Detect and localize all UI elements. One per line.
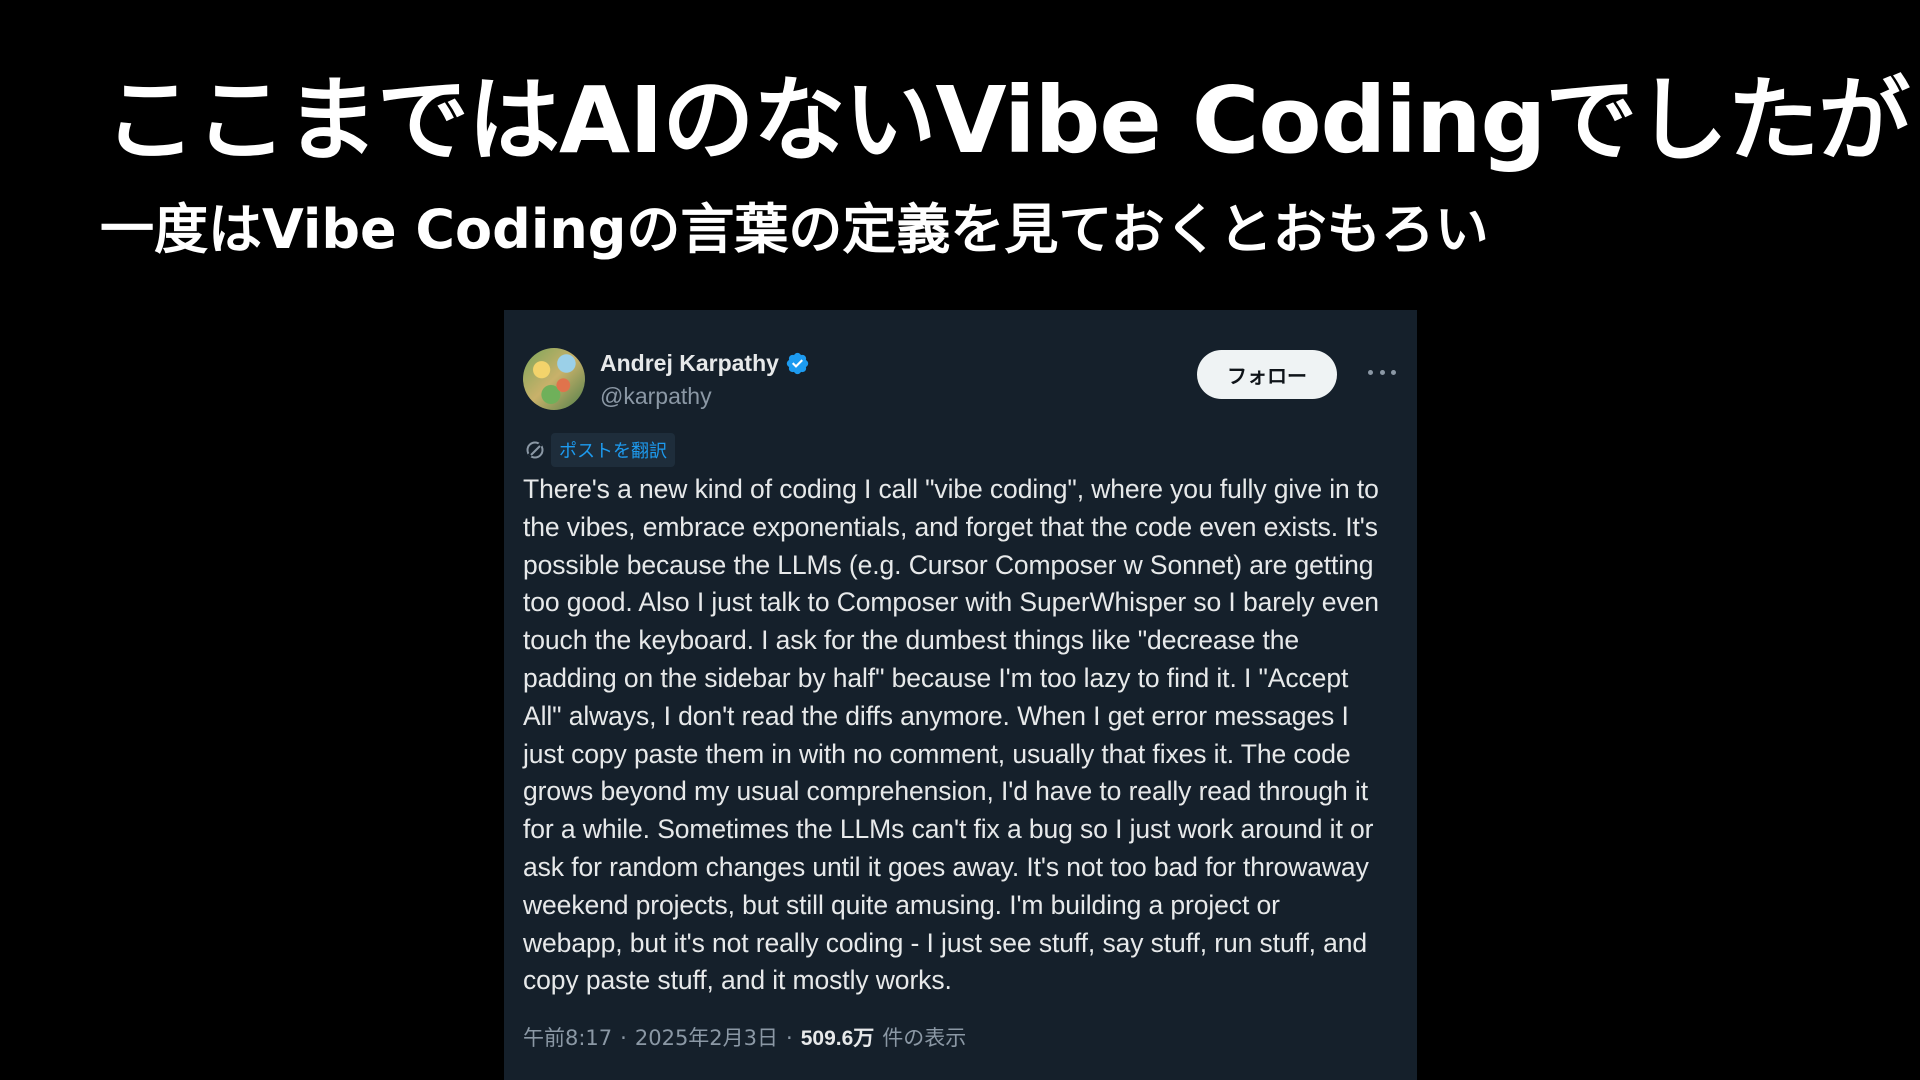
translate-row: ポストを翻訳 [523,433,1398,467]
meta-separator: · [620,1026,627,1051]
avatar[interactable] [523,348,585,410]
tweet-text-line: grows beyond my usual comprehension, I'd… [523,776,1368,807]
follow-button[interactable]: フォロー [1197,350,1337,399]
meta-separator: · [786,1026,793,1051]
author-name[interactable]: Andrej Karpathy [600,350,779,377]
tweet-text-line: All" always, I don't read the diffs anym… [523,700,1349,731]
tweet-text-line: possible because the LLMs (e.g. Cursor C… [523,549,1374,580]
tweet-text-line: padding on the sidebar by half" because … [523,662,1349,693]
author-block: Andrej Karpathy @karpathy [600,350,810,410]
tweet-text-line: ask for random changes until it goes awa… [523,851,1369,882]
translate-post-link[interactable]: ポストを翻訳 [551,433,675,467]
tweet-card: Andrej Karpathy @karpathy フォロー ポストを翻訳 Th… [504,310,1417,1080]
tweet-text-line: just copy paste them in with no comment,… [523,738,1351,769]
views-label: 件の表示 [882,1026,967,1051]
tweet-text-line: weekend projects, but still quite amusin… [523,889,1280,920]
translate-icon [526,441,544,459]
tweet-meta: 午前8:17 · 2025年2月3日 · 509.6万 件の表示 [523,1022,1398,1052]
tweet-text-line: webapp, but it's not really coding - I j… [523,927,1368,958]
author-handle[interactable]: @karpathy [600,383,810,410]
tweet-header: Andrej Karpathy @karpathy フォロー [523,348,1398,412]
tweet-text-line: copy paste stuff, and it mostly works. [523,965,952,996]
more-horizontal-icon[interactable] [1368,362,1396,382]
verified-badge-icon [786,352,809,375]
tweet-text-line: the vibes, embrace exponentials, and for… [523,511,1378,542]
tweet-text-line: touch the keyboard. I ask for the dumbes… [523,625,1300,656]
slide-subtitle: 一度はVibe Codingの言葉の定義を見ておくとおもろい [100,198,1489,261]
slide-title: ここまではAIのないVibe Codingでしたが [104,67,1910,174]
tweet-text-line: for a while. Sometimes the LLMs can't fi… [523,814,1374,845]
author-name-row: Andrej Karpathy [600,350,810,377]
tweet-text: There's a new kind of coding I call "vib… [523,471,1403,1000]
views-count: 509.6万 [800,1027,875,1051]
tweet-text-line: There's a new kind of coding I call "vib… [523,474,1379,504]
tweet-date[interactable]: 2025年2月3日 [635,1022,778,1052]
tweet-text-line: too good. Also I just talk to Composer w… [523,587,1379,618]
tweet-time[interactable]: 午前8:17 [523,1022,612,1052]
